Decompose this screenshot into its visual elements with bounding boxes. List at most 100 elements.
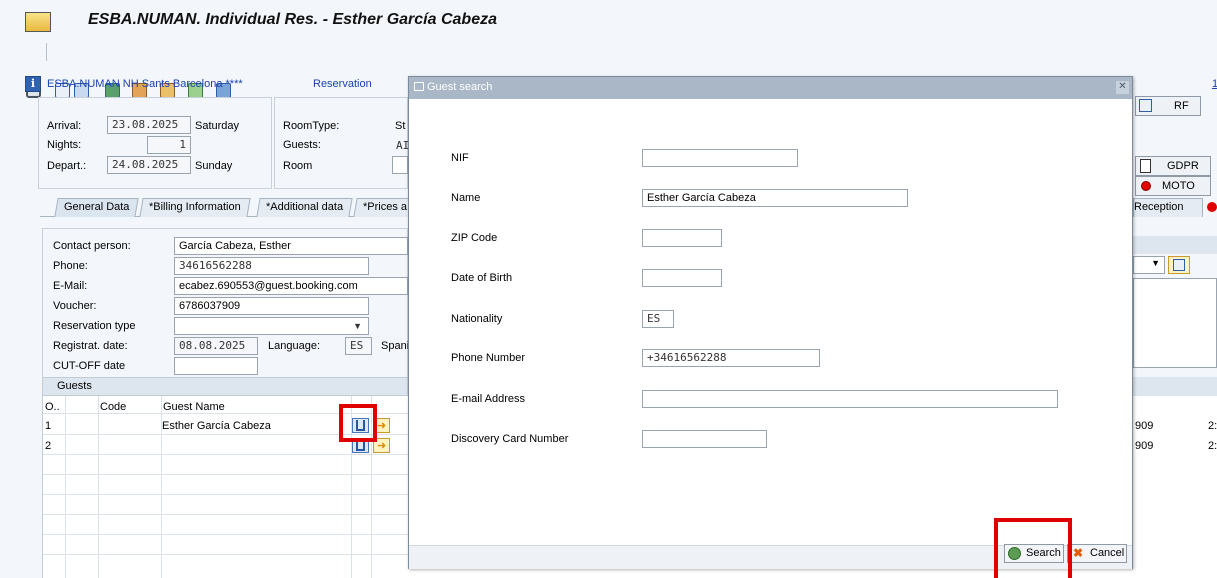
room-field[interactable] — [392, 156, 408, 174]
cancel-button[interactable]: ✖ Cancel — [1067, 544, 1127, 563]
cutoff-field[interactable] — [174, 357, 258, 375]
col-header-order[interactable]: O.. — [45, 401, 60, 413]
col-line — [98, 396, 99, 578]
app-menu-icon[interactable] — [25, 12, 51, 32]
row-line — [43, 554, 409, 555]
guest-row-2-far: 2: — [1208, 440, 1217, 452]
guests-table-title-bar: Guests — [42, 377, 408, 396]
guest-row-2-order: 2 — [45, 440, 52, 452]
discovery-card-label: Discovery Card Number — [451, 433, 569, 445]
info-icon[interactable]: i — [25, 76, 41, 92]
chevron-down-icon: ▼ — [1151, 258, 1160, 268]
arrival-field[interactable]: 23.08.2025 — [107, 116, 191, 134]
col-header-code[interactable]: Code — [100, 401, 126, 413]
right-panel-header — [1133, 236, 1217, 254]
nights-field[interactable]: 1 — [147, 136, 191, 154]
tab-additional-label: *Additional data — [266, 201, 344, 213]
nif-label: NIF — [451, 152, 469, 164]
right-edit-button[interactable] — [1168, 256, 1190, 274]
guests-count-label: Guests: — [283, 139, 321, 151]
arrival-day: Saturday — [195, 120, 240, 132]
moto-label: MOTO — [1162, 180, 1195, 192]
arrow-right-icon: ➜ — [377, 420, 387, 432]
guest-row-1-name[interactable]: Esther García Cabeza — [162, 420, 271, 432]
phone-field[interactable]: 34616562288 — [174, 257, 369, 275]
tab-prices-label: *Prices a — [363, 201, 408, 213]
col-header-guest-name[interactable]: Guest Name — [163, 401, 225, 413]
tab-reception-label: Reception — [1134, 201, 1184, 213]
reservation-type-label: Reservation type — [53, 320, 136, 332]
cancel-button-label: Cancel — [1090, 547, 1125, 559]
guest-row-2-voucher-tail: 909 — [1135, 440, 1154, 452]
row-line — [43, 474, 409, 475]
guest-search-dialog: Guest search ✕ NIF Name Esther García Ca… — [408, 76, 1133, 569]
cancel-x-icon: ✖ — [1073, 546, 1084, 560]
toolbar — [0, 38, 1217, 98]
edit-icon — [1173, 259, 1185, 271]
tab-billing-label: *Billing Information — [149, 201, 241, 213]
email-label: E-Mail: — [53, 280, 88, 292]
name-field[interactable]: Esther García Cabeza — [642, 189, 908, 207]
row-line — [43, 514, 409, 515]
window-title: ESBA.NUMAN. Individual Res. - Esther Gar… — [88, 11, 497, 28]
dob-field[interactable] — [642, 269, 722, 287]
registrat-label: Registrat. date: — [53, 340, 128, 352]
phone-number-field[interactable]: +34616562288 — [642, 349, 820, 367]
tab-additional-data[interactable]: *Additional data — [256, 198, 353, 217]
dialog-window-icon — [414, 82, 424, 91]
right-table-header — [1133, 377, 1217, 396]
email-address-field[interactable] — [642, 390, 1058, 408]
tab-general-data[interactable]: General Data — [54, 198, 140, 217]
room-label: Room — [283, 160, 313, 172]
tab-red-status-icon — [1207, 202, 1217, 212]
cutoff-label: CUT-OFF date — [53, 360, 126, 372]
rf-icon — [1139, 99, 1152, 112]
guest-row-1-order: 1 — [45, 420, 52, 432]
discovery-card-field[interactable] — [642, 430, 767, 448]
moto-button[interactable]: MOTO — [1135, 176, 1211, 196]
right-dropdown[interactable]: ▼ — [1133, 256, 1165, 274]
phone-label: Phone: — [53, 260, 88, 272]
nights-label: Nights: — [47, 139, 82, 151]
gdpr-icon — [1140, 159, 1151, 173]
close-icon[interactable]: ✕ — [1116, 81, 1129, 94]
arrival-label: Arrival: — [47, 120, 82, 132]
row-line — [43, 534, 409, 535]
zip-label: ZIP Code — [451, 232, 498, 244]
red-record-icon — [1141, 181, 1151, 191]
row-line — [43, 494, 409, 495]
email-address-label: E-mail Address — [451, 393, 525, 405]
contact-label: Contact person: — [53, 240, 131, 252]
depart-field[interactable]: 24.08.2025 — [107, 156, 191, 174]
rf-label: RF — [1174, 100, 1189, 112]
nationality-label: Nationality — [451, 313, 503, 325]
nationality-field[interactable]: ES — [642, 310, 674, 328]
tab-general-data-label: General Data — [64, 201, 130, 213]
contact-field[interactable]: García Cabeza, Esther — [174, 237, 408, 255]
right-text-area[interactable] — [1133, 278, 1217, 368]
guest-row-1-voucher-tail: 909 — [1135, 420, 1154, 432]
voucher-field[interactable]: 6786037909 — [174, 297, 369, 315]
guests-table-title: Guests — [57, 380, 92, 392]
phone-number-label: Phone Number — [451, 352, 525, 364]
dob-label: Date of Birth — [451, 272, 513, 284]
tab-reception[interactable]: Reception — [1133, 198, 1203, 217]
toolbar-separator — [46, 43, 47, 61]
nif-field[interactable] — [642, 149, 798, 167]
dialog-title: Guest search — [427, 81, 493, 93]
right-link[interactable]: 1 — [1212, 78, 1217, 90]
rf-button[interactable]: RF — [1135, 96, 1201, 116]
language-field[interactable]: ES — [345, 337, 372, 355]
arrow-right-icon: ➜ — [377, 440, 387, 452]
tab-billing-information[interactable]: *Billing Information — [139, 198, 251, 217]
depart-label: Depart.: — [47, 160, 87, 172]
registrat-field[interactable]: 08.08.2025 — [174, 337, 258, 355]
language-label: Language: — [268, 340, 320, 352]
name-label: Name — [451, 192, 481, 204]
gdpr-button[interactable]: GDPR — [1135, 156, 1211, 176]
reservation-link[interactable]: Reservation — [313, 78, 372, 90]
zip-field[interactable] — [642, 229, 722, 247]
reservation-type-select[interactable]: ▼ — [174, 317, 369, 335]
row-line — [43, 454, 409, 455]
email-field[interactable]: ecabez.690553@guest.booking.com — [174, 277, 408, 295]
